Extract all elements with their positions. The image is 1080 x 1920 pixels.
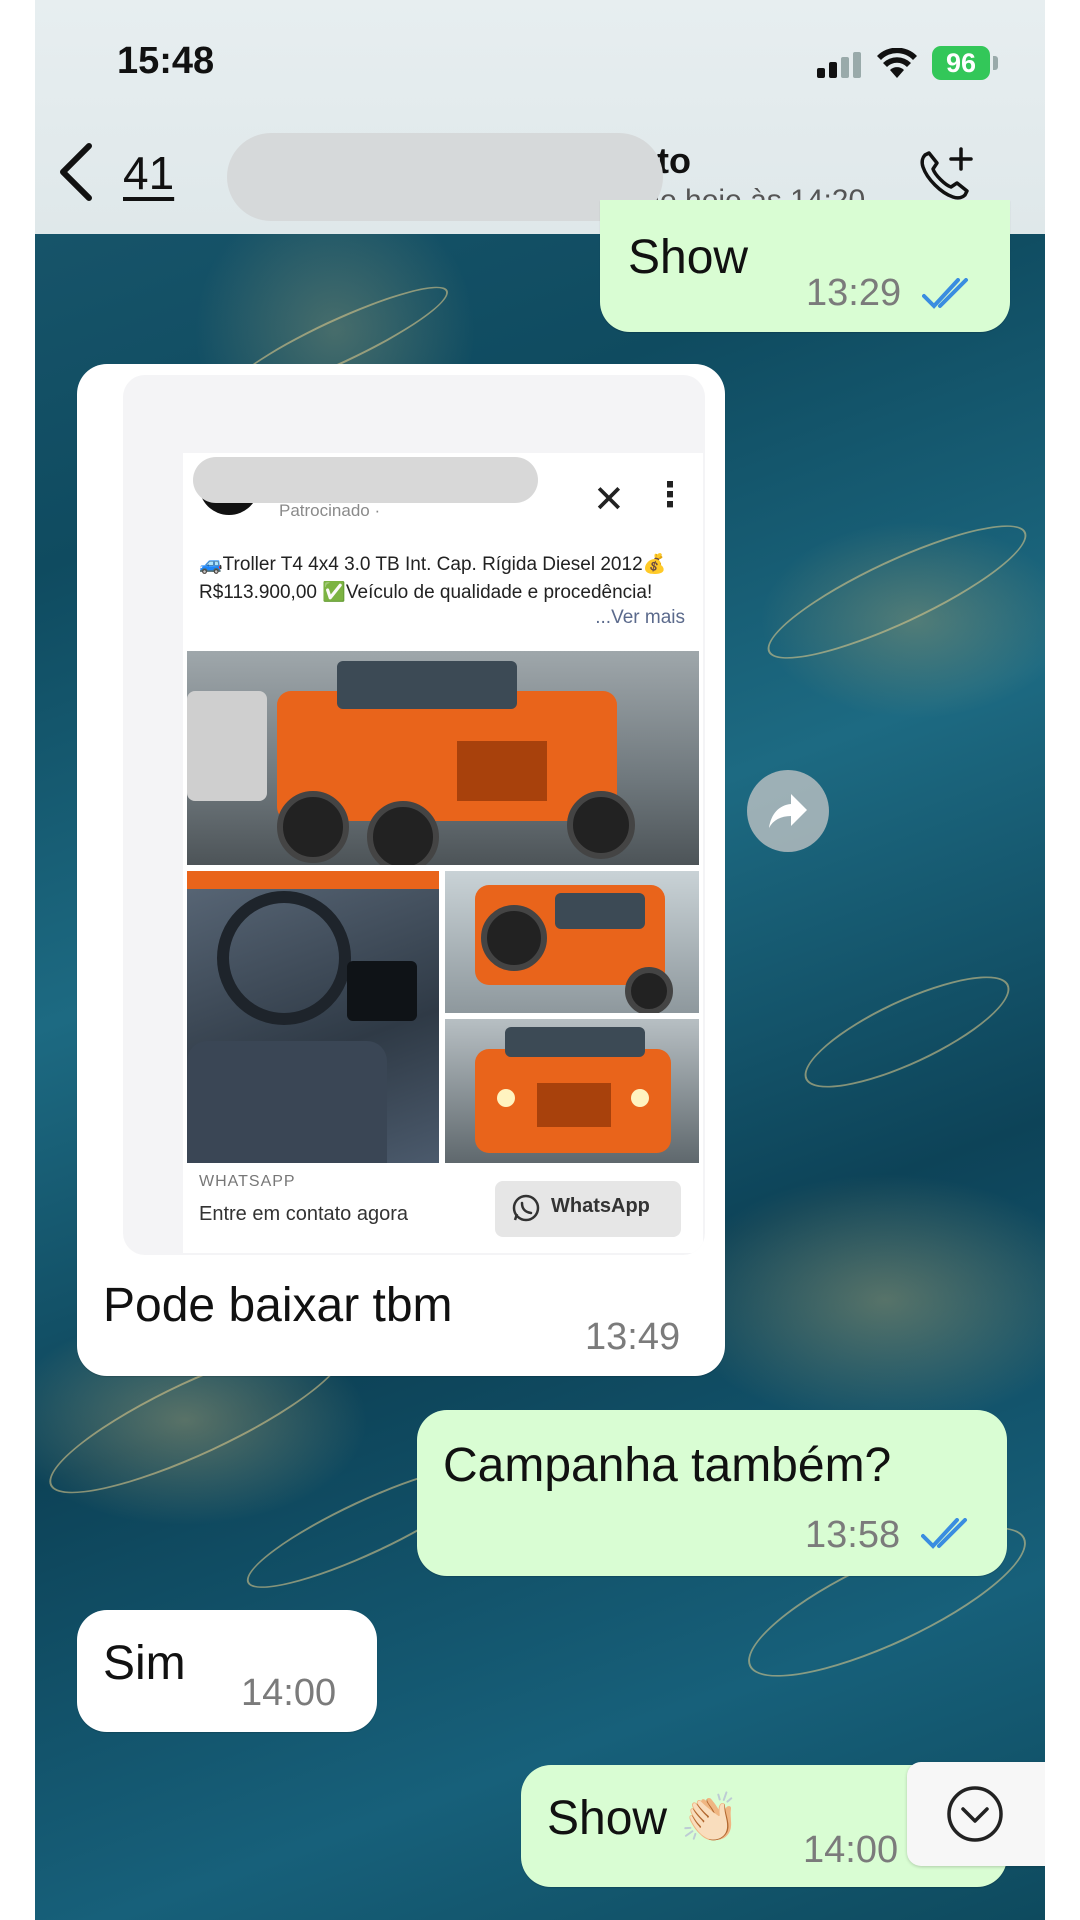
message-time: 13:58 bbox=[805, 1514, 901, 1556]
message-text: Pode baixar tbm bbox=[103, 1279, 453, 1332]
forward-icon bbox=[769, 794, 807, 828]
chat-header: 15:48 96 41 uto mo hoje às 14:20 bbox=[35, 0, 1045, 234]
ad-footer-cta: Entre em contato agora bbox=[199, 1203, 409, 1225]
forward-button[interactable] bbox=[747, 770, 829, 852]
message-text: Show 👏🏻 bbox=[547, 1792, 741, 1845]
wifi-icon bbox=[877, 48, 917, 78]
wallpaper-vein bbox=[791, 955, 1023, 1109]
chat-screen: 15:48 96 41 uto mo hoje às 14:20 Show bbox=[35, 0, 1045, 1920]
signal-icon bbox=[817, 52, 861, 78]
battery-indicator: 96 bbox=[932, 46, 990, 80]
ad-footer-label: WHATSAPP bbox=[199, 1173, 296, 1190]
car-photo-main bbox=[187, 651, 699, 865]
message-time: 13:49 bbox=[585, 1316, 681, 1358]
scroll-down-icon bbox=[947, 1786, 1003, 1842]
wallpaper-vein bbox=[754, 502, 1040, 682]
read-ticks-icon bbox=[921, 1518, 967, 1549]
ad-description: 🚙Troller T4 4x4 3.0 TB Int. Cap. Rígida … bbox=[199, 554, 667, 603]
message-time: 13:29 bbox=[806, 272, 902, 314]
redacted-advertiser bbox=[193, 457, 538, 503]
message-incoming[interactable]: Sim 14:00 bbox=[77, 1610, 377, 1732]
facebook-ad-post: Patrocinado · ✕ ⋮ 🚙Troller T4 4x4 3.0 TB… bbox=[183, 453, 703, 1253]
ad-screenshot-image[interactable]: Patrocinado · ✕ ⋮ 🚙Troller T4 4x4 3.0 TB… bbox=[123, 375, 705, 1255]
status-time: 15:48 bbox=[117, 40, 215, 82]
whatsapp-icon bbox=[512, 1194, 540, 1222]
back-unread-count[interactable]: 41 bbox=[123, 146, 174, 200]
message-time: 14:00 bbox=[241, 1672, 337, 1714]
message-text: Campanha também? bbox=[443, 1439, 892, 1492]
scroll-to-bottom-button[interactable] bbox=[907, 1762, 1045, 1866]
read-ticks-icon bbox=[922, 278, 968, 309]
close-icon: ✕ bbox=[593, 479, 625, 521]
message-text: Show bbox=[628, 231, 749, 284]
redacted-contact[interactable] bbox=[227, 133, 663, 221]
message-text: Sim bbox=[103, 1637, 186, 1690]
ad-whatsapp-button-label: WhatsApp bbox=[551, 1195, 650, 1217]
more-icon: ⋮ bbox=[653, 476, 687, 514]
message-outgoing[interactable]: Campanha também? 13:58 bbox=[417, 1410, 1007, 1576]
message-time: 14:00 bbox=[803, 1829, 899, 1871]
battery-tip bbox=[993, 56, 998, 70]
car-photo-front bbox=[445, 1019, 699, 1163]
back-chevron-icon[interactable] bbox=[55, 140, 97, 204]
ad-sponsored-label: Patrocinado · bbox=[279, 501, 381, 520]
ad-see-more: ...Ver mais bbox=[595, 607, 685, 628]
call-add-icon[interactable] bbox=[915, 145, 977, 207]
ad-whatsapp-button: WhatsApp bbox=[495, 1181, 681, 1237]
car-photo-interior bbox=[187, 871, 439, 1163]
message-outgoing[interactable]: Show 13:29 bbox=[600, 200, 1010, 332]
car-photo-rear bbox=[445, 871, 699, 1013]
